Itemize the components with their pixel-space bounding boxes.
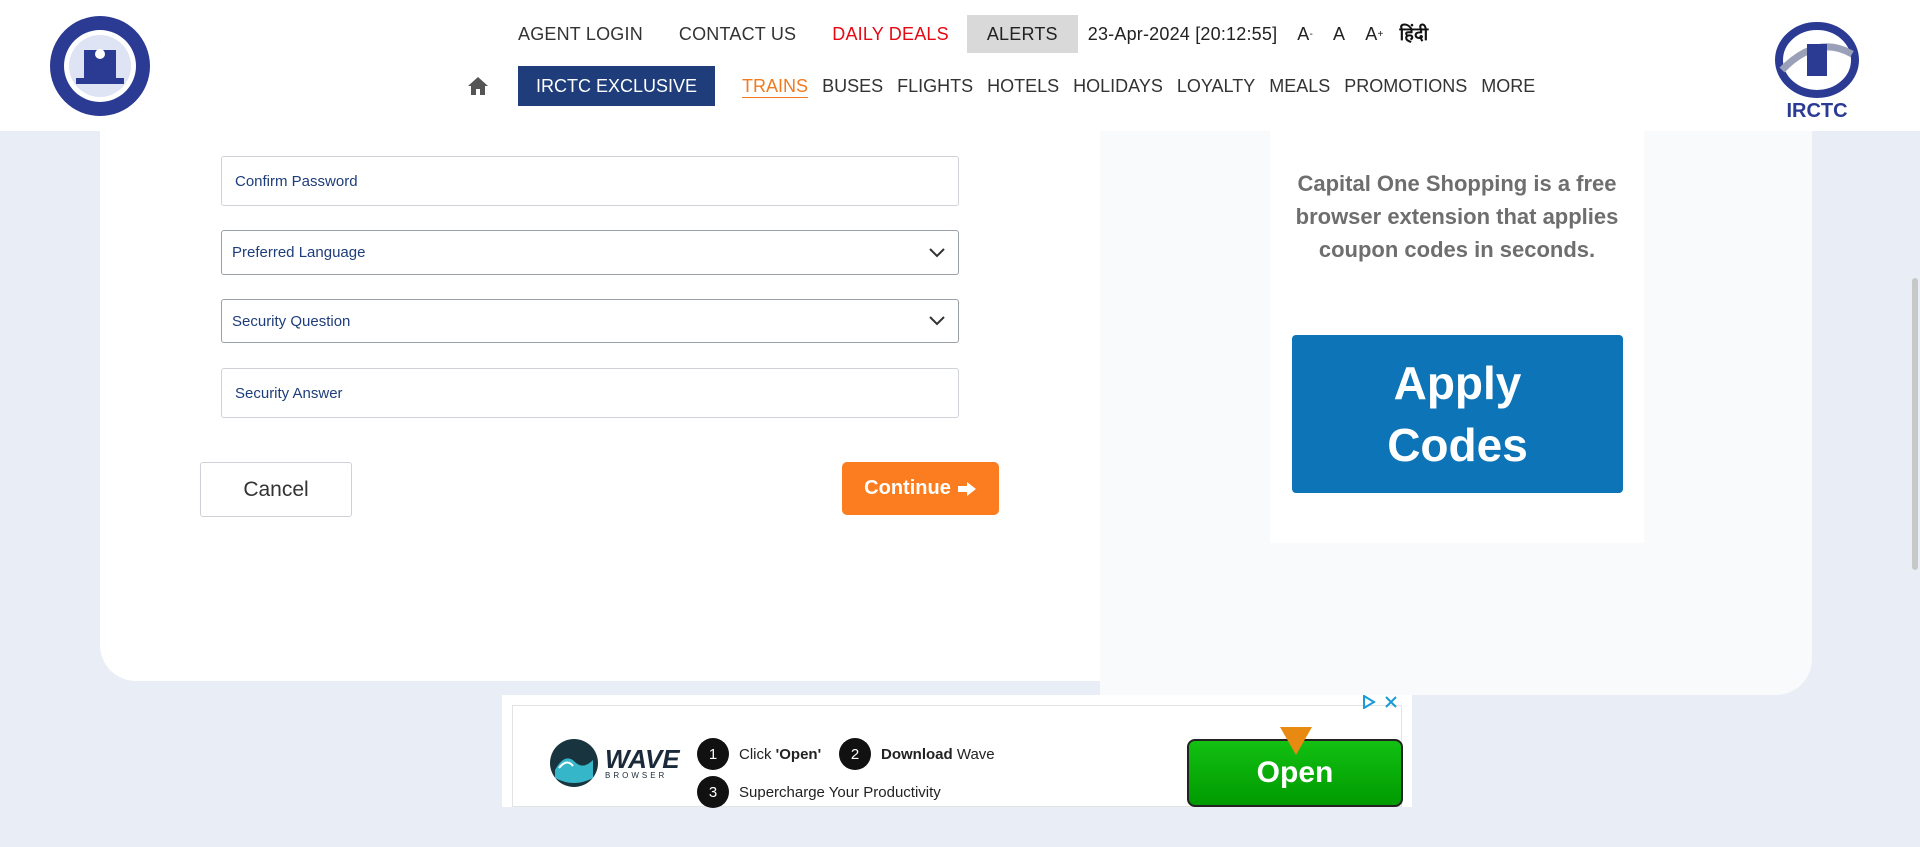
security-question-select[interactable]: Security Question — [221, 299, 959, 343]
font-increase-button[interactable]: A + — [1355, 15, 1393, 53]
irctc-exclusive-button[interactable]: IRCTC EXCLUSIVE — [518, 66, 716, 106]
nav-flights[interactable]: FLIGHTS — [890, 76, 980, 97]
security-question-value: Security Question — [232, 312, 351, 330]
page-scrollbar[interactable] — [1912, 278, 1918, 570]
irctc-logo[interactable]: IRCTC — [1772, 14, 1862, 122]
top-utility-bar: AGENT LOGIN CONTACT US DAILY DEALS ALERT… — [500, 15, 1447, 53]
ad-choices[interactable] — [1362, 695, 1402, 711]
step-2: 2 Download Wave — [839, 738, 995, 770]
preferred-language-value: Preferred Language — [232, 244, 366, 261]
close-icon[interactable] — [1384, 695, 1398, 709]
alerts-link[interactable]: ALERTS — [966, 15, 1078, 53]
arrow-right-icon — [957, 481, 976, 496]
chevron-down-icon — [929, 247, 945, 257]
home-icon[interactable] — [464, 72, 492, 100]
step-1: 1 Click 'Open' — [697, 738, 821, 770]
nav-buses[interactable]: BUSES — [815, 76, 890, 97]
irctc-logo-text: IRCTC — [1786, 100, 1847, 120]
wave-brand: WAVE — [605, 743, 680, 774]
agent-login-link[interactable]: AGENT LOGIN — [500, 15, 661, 53]
site-header: AGENT LOGIN CONTACT US DAILY DEALS ALERT… — [0, 0, 1920, 131]
apply-codes-button[interactable]: Apply Codes — [1292, 335, 1623, 493]
nav-loyalty[interactable]: LOYALTY — [1170, 76, 1262, 97]
chevron-down-icon — [929, 316, 945, 326]
daily-deals-link[interactable]: DAILY DEALS — [814, 15, 967, 53]
ad-description: Capital One Shopping is a free browser e… — [1295, 171, 1619, 262]
nav-holidays[interactable]: HOLIDAYS — [1066, 76, 1170, 97]
security-answer-placeholder: Security Answer — [235, 384, 343, 402]
nav-hotels[interactable]: HOTELS — [980, 76, 1066, 97]
nav-promotions[interactable]: PROMOTIONS — [1337, 76, 1474, 97]
wave-browser-logo: WAVE BROWSER — [549, 738, 680, 788]
step-3: 3 Supercharge Your Productivity — [697, 776, 941, 808]
continue-button[interactable]: Continue — [842, 462, 999, 515]
indian-railways-logo[interactable] — [48, 14, 152, 118]
confirm-password-placeholder: Confirm Password — [235, 172, 358, 190]
main-nav: IRCTC EXCLUSIVE TRAINS BUSES FLIGHTS HOT… — [460, 66, 1542, 106]
preferred-language-select[interactable]: Preferred Language — [221, 230, 959, 275]
hindi-language-link[interactable]: हिंदी — [1394, 15, 1447, 53]
security-answer-input[interactable]: Security Answer — [221, 368, 959, 418]
nav-more[interactable]: MORE — [1474, 76, 1542, 97]
cancel-button[interactable]: Cancel — [200, 462, 352, 517]
confirm-password-input[interactable]: Confirm Password — [221, 156, 959, 206]
font-decrease-button[interactable]: A- — [1287, 15, 1323, 53]
bottom-banner-ad[interactable]: WAVE BROWSER 1 Click 'Open' 2 Download W… — [502, 695, 1412, 808]
adchoices-icon[interactable] — [1362, 695, 1376, 709]
wave-icon — [550, 739, 598, 787]
nav-trains[interactable]: TRAINS — [735, 76, 815, 97]
font-normal-button[interactable]: A — [1323, 15, 1355, 53]
nav-meals[interactable]: MEALS — [1262, 76, 1337, 97]
pointer-arrow-icon — [1280, 727, 1312, 755]
contact-us-link[interactable]: CONTACT US — [661, 15, 814, 53]
current-datetime: 23-Apr-2024 [20:12:55] — [1087, 23, 1278, 44]
